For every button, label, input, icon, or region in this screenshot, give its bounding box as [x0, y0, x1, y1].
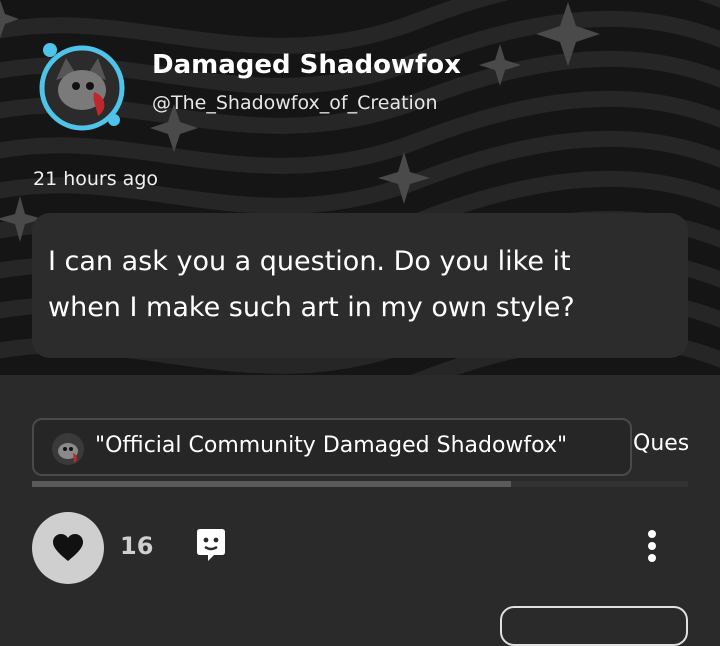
post-timestamp: 21 hours ago	[33, 168, 159, 190]
tags-scrollbar[interactable]	[32, 481, 688, 487]
profile-header: Damaged Shadowfox @The_Shadowfox_of_Crea…	[0, 0, 720, 375]
next-tag-label[interactable]: Ques	[633, 431, 688, 456]
tags-carousel[interactable]: "Official Community Damaged Shadowfox" Q…	[32, 418, 688, 478]
heart-icon	[53, 534, 83, 561]
comment-icon[interactable]	[194, 528, 228, 562]
bottom-action-pill[interactable]	[500, 606, 688, 646]
community-avatar-icon	[52, 433, 84, 465]
community-tag-label: "Official Community Damaged Shadowfox"	[95, 433, 568, 458]
user-handle[interactable]: @The_Shadowfox_of_Creation	[152, 92, 437, 114]
like-count: 16	[120, 532, 154, 560]
community-tag-chip[interactable]: "Official Community Damaged Shadowfox"	[32, 418, 632, 476]
message-bubble: I can ask you a question. Do you like it…	[32, 213, 688, 358]
message-text: I can ask you a question. Do you like it…	[48, 246, 575, 323]
fox-avatar-icon[interactable]	[36, 40, 128, 132]
display-name[interactable]: Damaged Shadowfox	[152, 50, 461, 80]
like-button[interactable]	[32, 512, 104, 584]
more-vertical-icon[interactable]	[636, 526, 668, 566]
tags-scrollbar-thumb[interactable]	[32, 481, 511, 487]
